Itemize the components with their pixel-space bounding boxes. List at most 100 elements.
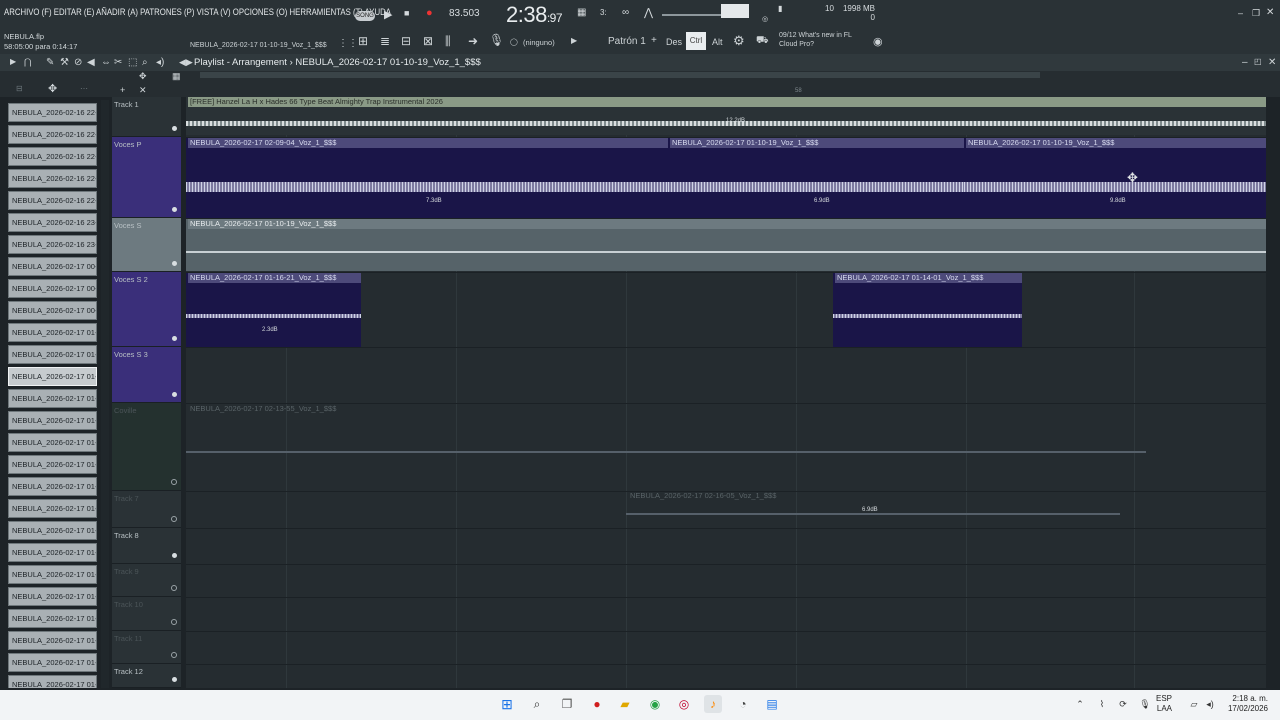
arrow-right-icon[interactable]: ➜ xyxy=(468,34,478,48)
snap-label[interactable]: Des xyxy=(666,37,682,47)
playlist-icon[interactable]: ⊞ xyxy=(358,34,368,48)
stop-icon[interactable]: ■ xyxy=(404,8,409,18)
restore-icon[interactable]: ❐ xyxy=(1252,8,1260,19)
track-enable-toggle[interactable] xyxy=(172,126,177,131)
picker-item[interactable]: NEBULA_2026-02-17 00-... xyxy=(8,301,97,320)
track-enable-toggle[interactable] xyxy=(172,677,177,682)
network-icon[interactable]: ⌇ xyxy=(1093,695,1111,713)
ctrl-button[interactable]: Ctrl xyxy=(686,32,706,50)
master-volume-slider[interactable] xyxy=(662,14,722,16)
audio-clip[interactable]: NEBULA_2026-02-17 01-14-01_Voz_1_$$$ xyxy=(833,273,1022,347)
record-app-icon[interactable]: ● xyxy=(588,695,606,713)
picker-item[interactable]: NEBULA_2026-02-17 01-... xyxy=(8,587,97,606)
slice-icon[interactable]: ✂ xyxy=(114,57,122,68)
midi-input-select[interactable]: (ninguno) xyxy=(523,38,555,47)
track-header[interactable]: Track 10 xyxy=(112,597,181,631)
track-enable-toggle[interactable] xyxy=(172,392,177,397)
picker-item[interactable]: NEBULA_2026-02-16 22-... xyxy=(8,103,97,122)
picker-filter-icon[interactable]: ⋯ xyxy=(80,84,88,93)
picker-item[interactable]: NEBULA_2026-02-17 01-... xyxy=(8,323,97,342)
track-enable-toggle[interactable] xyxy=(172,261,177,266)
sync-icon[interactable]: ⟳ xyxy=(1114,695,1132,713)
picker-scrollbar[interactable] xyxy=(101,100,109,688)
track-header[interactable]: Track 9 xyxy=(112,564,181,597)
add-track-icon[interactable]: + xyxy=(120,85,125,95)
alt-button[interactable]: Alt xyxy=(712,37,723,47)
picker-item[interactable]: NEBULA_2026-02-16 23-... xyxy=(8,213,97,232)
whatsapp-icon[interactable]: ◉ xyxy=(646,695,664,713)
track-header[interactable]: Voces S xyxy=(112,218,181,272)
track-header[interactable]: Track 12 xyxy=(112,664,181,688)
mute-icon[interactable]: ◀ xyxy=(87,57,95,68)
fl-logo-icon[interactable]: ◉ xyxy=(873,35,883,48)
search-icon[interactable]: ⌕ xyxy=(528,695,546,713)
arrangement-name[interactable]: NEBULA_2026-02-17 01-10-19_Voz_1_$$$ xyxy=(295,57,480,68)
loop-icon[interactable]: ∞ xyxy=(622,7,629,18)
track-enable-toggle[interactable] xyxy=(171,619,177,625)
picker-item[interactable]: NEBULA_2026-02-17 01-... xyxy=(8,499,97,518)
tempo-display[interactable]: 83.503 xyxy=(449,8,480,19)
zoom-icon[interactable]: ⌕ xyxy=(142,57,148,68)
pencil-icon[interactable]: ✎ xyxy=(46,57,54,68)
master-pitch-icon[interactable]: ◎ xyxy=(762,15,768,23)
minimize-icon[interactable]: – xyxy=(1238,8,1243,18)
clip-gain-label[interactable]: 12.2dB xyxy=(726,118,745,124)
track-enable-toggle[interactable] xyxy=(171,479,177,485)
select-icon[interactable]: ⬚ xyxy=(128,57,137,68)
add-pattern-icon[interactable]: + xyxy=(651,35,657,46)
picker-item[interactable]: NEBULA_2026-02-17 01-... xyxy=(8,675,97,688)
mic-tray-icon[interactable]: 🎙 xyxy=(1136,695,1154,713)
track-enable-toggle[interactable] xyxy=(171,516,177,522)
close-icon[interactable]: ✕ xyxy=(1266,7,1274,18)
picker-item[interactable]: NEBULA_2026-02-16 23-... xyxy=(8,235,97,254)
step-icon[interactable]: 3: xyxy=(600,8,607,17)
arrangement-arrows-icon[interactable]: ◀▶ xyxy=(179,57,193,68)
picker-item[interactable]: NEBULA_2026-02-17 01-... xyxy=(8,653,97,672)
chrome-icon[interactable]: ◔ xyxy=(734,695,752,713)
picker-item[interactable]: NEBULA_2026-02-17 01-... xyxy=(8,543,97,562)
windows-start-icon[interactable]: ⊞ xyxy=(498,695,516,713)
horizontal-scroll[interactable] xyxy=(200,72,1040,78)
move-icon[interactable]: ✥ xyxy=(48,82,57,95)
language-indicator[interactable]: ESP LAA xyxy=(1156,694,1172,714)
delete-icon[interactable]: ⊘ xyxy=(74,57,82,68)
audio-clip[interactable]: [FREE] Hanzel La H x Hades 66 Type Beat … xyxy=(186,97,1266,135)
audio-clip[interactable]: NEBULA_2026-02-17 02-09-04_Voz_1_$$$ 7.3d… xyxy=(186,138,668,218)
picker-item[interactable]: NEBULA_2026-02-17 01-... xyxy=(8,477,97,496)
track-enable-toggle[interactable] xyxy=(172,336,177,341)
track-header[interactable]: Track 1 xyxy=(112,97,181,137)
close-small-icon[interactable]: ✕ xyxy=(139,85,147,96)
picker-item[interactable]: NEBULA_2026-02-16 22-... xyxy=(8,191,97,210)
clip-gain-label[interactable]: 9.8dB xyxy=(1110,198,1126,204)
piano-roll-icon[interactable]: ⊟ xyxy=(401,34,411,48)
clock[interactable]: 2:18 a. m. 17/02/2026 xyxy=(1220,694,1268,714)
pattern-select[interactable]: Patrón 1 xyxy=(608,36,646,47)
audio-clip[interactable]: NEBULA_2026-02-17 01-10-19_Voz_1_$$$ xyxy=(186,219,1266,271)
audio-clip[interactable]: NEBULA_2026-02-17 01-16-21_Voz_1_$$$ 2.3d… xyxy=(186,273,361,347)
news-panel[interactable]: 09/12 What's new in FL Cloud Pro? xyxy=(779,31,859,49)
picker-item[interactable]: NEBULA_2026-02-17 01-... xyxy=(8,631,97,650)
track-header[interactable]: Track 11 xyxy=(112,631,181,664)
fl-studio-icon[interactable]: ♪ xyxy=(704,695,722,713)
clip-gain-label[interactable]: 7.3dB xyxy=(426,198,442,204)
track-header[interactable]: Voces S 2 xyxy=(112,272,181,347)
minimize-icon[interactable]: – xyxy=(1242,57,1248,68)
track-header[interactable]: Voces P xyxy=(112,137,181,218)
audio-clip[interactable]: NEBULA_2026-02-17 02-13-55_Voz_1_$$$ xyxy=(186,404,1146,490)
track-header[interactable]: Voces S 3 xyxy=(112,347,181,403)
close-icon[interactable]: ✕ xyxy=(1268,57,1276,68)
track-enable-toggle[interactable] xyxy=(172,207,177,212)
audio-clip[interactable]: NEBULA_2026-02-17 01-10-19_Voz_1_$$$ 9.8d… xyxy=(964,138,1266,218)
song-mode-toggle[interactable]: SONG xyxy=(355,11,375,21)
channel-rack-icon[interactable]: ≣ xyxy=(380,34,390,48)
notepad-icon[interactable]: ▤ xyxy=(763,695,781,713)
picker-item[interactable]: NEBULA_2026-02-16 22-... xyxy=(8,169,97,188)
grid-icon[interactable]: ▦ xyxy=(172,71,181,82)
picker-item[interactable]: NEBULA_2026-02-17 01-... xyxy=(8,389,97,408)
move-small-icon[interactable]: ✥ xyxy=(139,71,147,82)
chevron-up-icon[interactable]: ⌃ xyxy=(1071,695,1089,713)
picker-item[interactable]: NEBULA_2026-02-17 01-... xyxy=(8,411,97,430)
picker-item[interactable]: NEBULA_2026-02-17 01-... xyxy=(8,345,97,364)
audio-clip[interactable]: NEBULA_2026-02-17 02-16-05_Voz_1_$$$ 6.9d… xyxy=(626,491,1120,527)
play-icon[interactable]: ▶ xyxy=(384,8,392,21)
